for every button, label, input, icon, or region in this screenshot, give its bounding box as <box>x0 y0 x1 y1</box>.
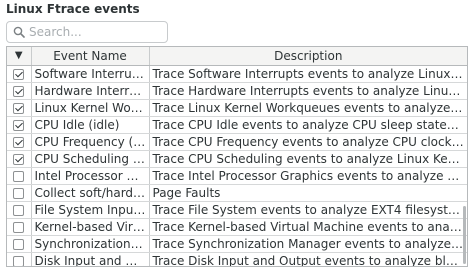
event-name-cell: Linux Kernel Workqueues <box>31 99 150 117</box>
event-description-cell: Trace Linux Kernel Workqueues events to … <box>149 99 467 117</box>
row-checkbox-cell <box>7 133 32 151</box>
row-checkbox-cell <box>7 235 32 253</box>
row-checkbox-cell <box>7 184 32 202</box>
event-checkbox[interactable] <box>13 170 25 182</box>
event-name-cell: CPU Scheduling (sched) <box>31 150 150 168</box>
event-description-cell: Trace Intel Processor Graphics events to… <box>149 167 467 185</box>
event-name-cell: Intel Processor Graphics <box>31 167 150 185</box>
event-name-cell: Hardware Interrupts events <box>31 82 150 100</box>
table-row[interactable]: Collect soft/hard page faultsPage Faults <box>7 184 467 202</box>
event-name-cell: CPU Frequency (freq) <box>31 133 150 151</box>
event-name-cell: CPU Idle (idle) <box>31 116 150 134</box>
event-name-cell: Synchronization Manager <box>31 235 150 253</box>
event-description-cell: Trace File System events to analyze EXT4… <box>149 201 467 219</box>
vertical-scrollbar[interactable] <box>462 66 466 266</box>
event-checkbox[interactable] <box>13 187 25 199</box>
row-checkbox-cell <box>7 201 32 219</box>
event-checkbox[interactable] <box>13 204 25 216</box>
table-row[interactable]: Disk Input and OutputTrace Disk Input an… <box>7 252 467 266</box>
event-name-cell: Software Interrupts events <box>31 65 150 83</box>
event-checkbox[interactable] <box>13 136 25 148</box>
search-icon <box>9 22 29 42</box>
row-checkbox-cell <box>7 99 32 117</box>
event-description-cell: Trace CPU Frequency events to analyze CP… <box>149 133 467 151</box>
row-checkbox-cell <box>7 82 32 100</box>
table-row[interactable]: Linux Kernel WorkqueuesTrace Linux Kerne… <box>7 99 467 117</box>
row-checkbox-cell <box>7 252 32 266</box>
table-row[interactable]: CPU Frequency (freq)Trace CPU Frequency … <box>7 133 467 151</box>
event-name-cell: File System Input and Output <box>31 201 150 219</box>
event-description-cell: Trace Hardware Interrupts events to anal… <box>149 82 467 100</box>
event-checkbox[interactable] <box>13 221 25 233</box>
table-row[interactable]: CPU Scheduling (sched)Trace CPU Scheduli… <box>7 150 467 168</box>
scrollbar-thumb[interactable] <box>463 206 466 264</box>
table-row[interactable]: File System Input and OutputTrace File S… <box>7 201 467 219</box>
table-row[interactable]: Software Interrupts eventsTrace Software… <box>7 65 467 83</box>
row-checkbox-cell <box>7 150 32 168</box>
event-checkbox[interactable] <box>13 102 25 114</box>
section-title: Linux Ftrace events <box>6 2 140 16</box>
table-row[interactable]: Kernel-based Virtual MachineTrace Kernel… <box>7 218 467 236</box>
event-description-cell: Trace Synchronization Manager events to … <box>149 235 467 253</box>
event-checkbox[interactable] <box>13 255 25 266</box>
events-table: ▼ Event Name Description Software Interr… <box>6 46 468 267</box>
search-field[interactable] <box>6 21 168 43</box>
event-checkbox[interactable] <box>13 238 25 250</box>
event-checkbox[interactable] <box>13 68 25 80</box>
row-checkbox-cell <box>7 167 32 185</box>
table-row[interactable]: Intel Processor GraphicsTrace Intel Proc… <box>7 167 467 185</box>
row-checkbox-cell <box>7 218 32 236</box>
search-input[interactable] <box>29 25 159 39</box>
event-description-cell: Page Faults <box>149 184 467 202</box>
table-header: ▼ Event Name Description <box>7 47 467 66</box>
event-description-cell: Trace CPU Scheduling events to analyze L… <box>149 150 467 168</box>
event-checkbox[interactable] <box>13 85 25 97</box>
sort-indicator-header[interactable]: ▼ <box>7 47 32 66</box>
event-description-cell: Trace Software Interrupts events to anal… <box>149 65 467 83</box>
event-description-cell: Trace Kernel-based Virtual Machine event… <box>149 218 467 236</box>
event-name-cell: Kernel-based Virtual Machine <box>31 218 150 236</box>
column-header-description[interactable]: Description <box>149 47 467 66</box>
column-header-event-name[interactable]: Event Name <box>31 47 150 66</box>
event-description-cell: Trace CPU Idle events to analyze CPU sle… <box>149 116 467 134</box>
event-checkbox[interactable] <box>13 153 25 165</box>
event-name-cell: Collect soft/hard page faults <box>31 184 150 202</box>
event-checkbox[interactable] <box>13 119 25 131</box>
row-checkbox-cell <box>7 65 32 83</box>
table-row[interactable]: Hardware Interrupts eventsTrace Hardware… <box>7 82 467 100</box>
event-description-cell: Trace Disk Input and Output events to an… <box>149 252 467 266</box>
event-name-cell: Disk Input and Output <box>31 252 150 266</box>
table-row[interactable]: Synchronization ManagerTrace Synchroniza… <box>7 235 467 253</box>
row-checkbox-cell <box>7 116 32 134</box>
table-row[interactable]: CPU Idle (idle) Trace CPU Idle events to … <box>7 116 467 134</box>
